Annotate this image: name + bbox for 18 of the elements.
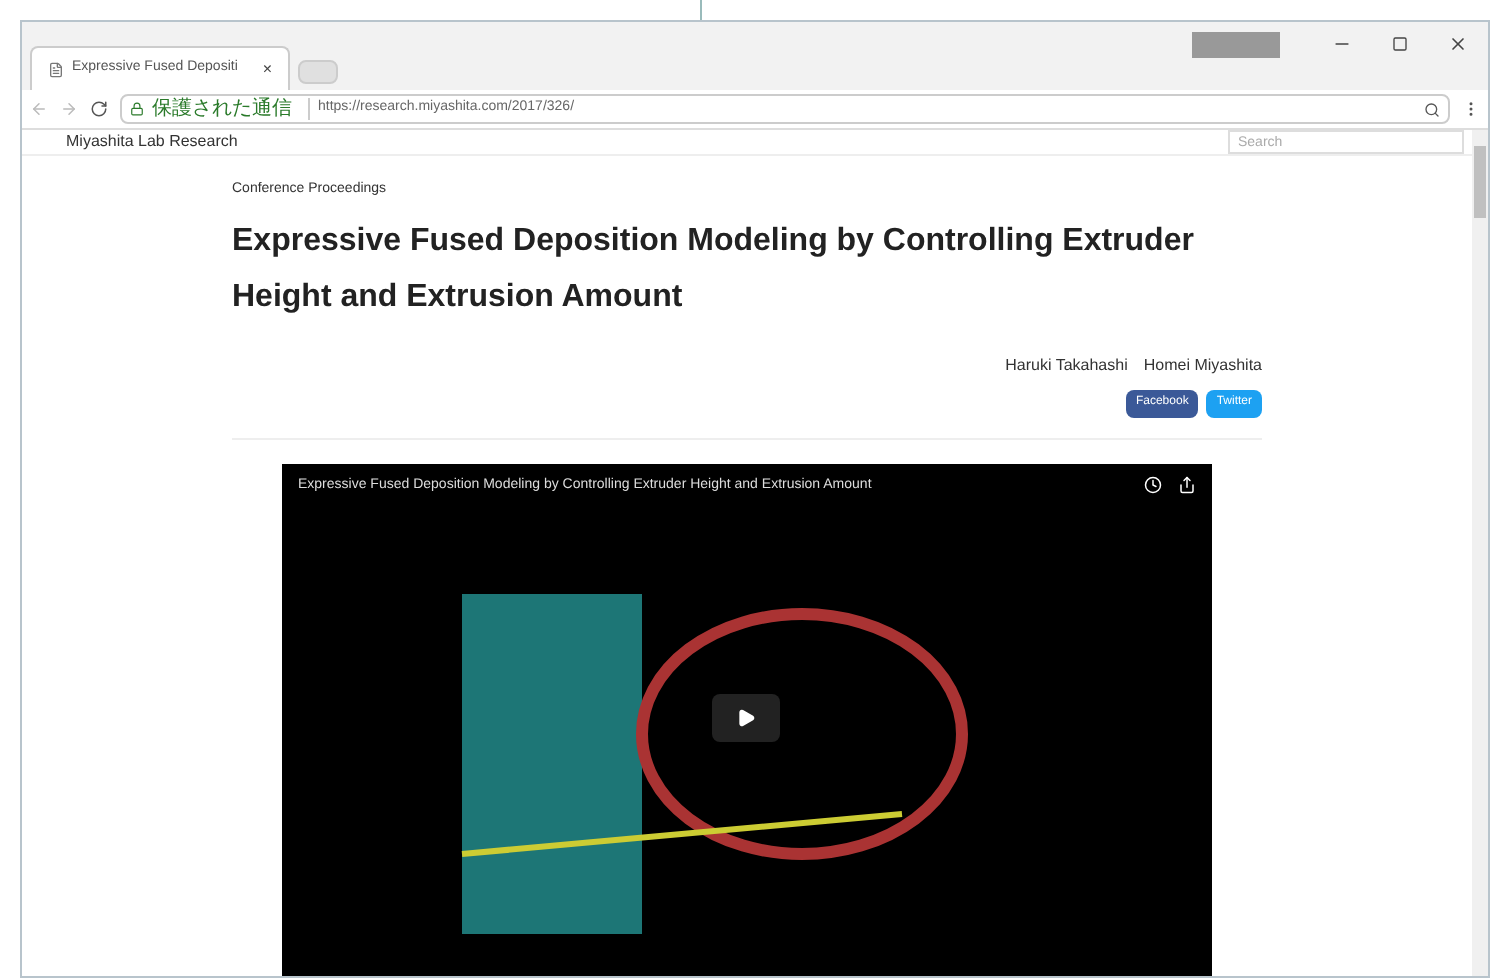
author-name: Homei Miyashita — [1143, 353, 1262, 377]
close-icon[interactable] — [1448, 34, 1468, 54]
search-icon[interactable] — [1424, 101, 1440, 117]
share-icon[interactable] — [1178, 476, 1196, 495]
lock-icon — [130, 102, 144, 116]
site-brand[interactable]: Miyashita Lab Research — [66, 130, 238, 154]
tab-close-button[interactable]: × — [262, 57, 272, 81]
security-label: 保護された通信 — [152, 99, 292, 119]
maximize-icon[interactable] — [1392, 36, 1408, 52]
clock-icon[interactable] — [1144, 476, 1162, 495]
reload-icon[interactable] — [90, 100, 108, 118]
page-icon — [48, 61, 64, 77]
play-icon — [736, 707, 756, 727]
play-button[interactable] — [712, 693, 780, 741]
scrollbar[interactable] — [1472, 130, 1488, 976]
user-profile-block[interactable] — [1192, 31, 1280, 57]
article-title: Expressive Fused Deposition Modeling by Controlling Extruder Height and Extrusion Amount — [232, 221, 1196, 317]
author-name: Haruki Takahashi — [1005, 353, 1128, 377]
